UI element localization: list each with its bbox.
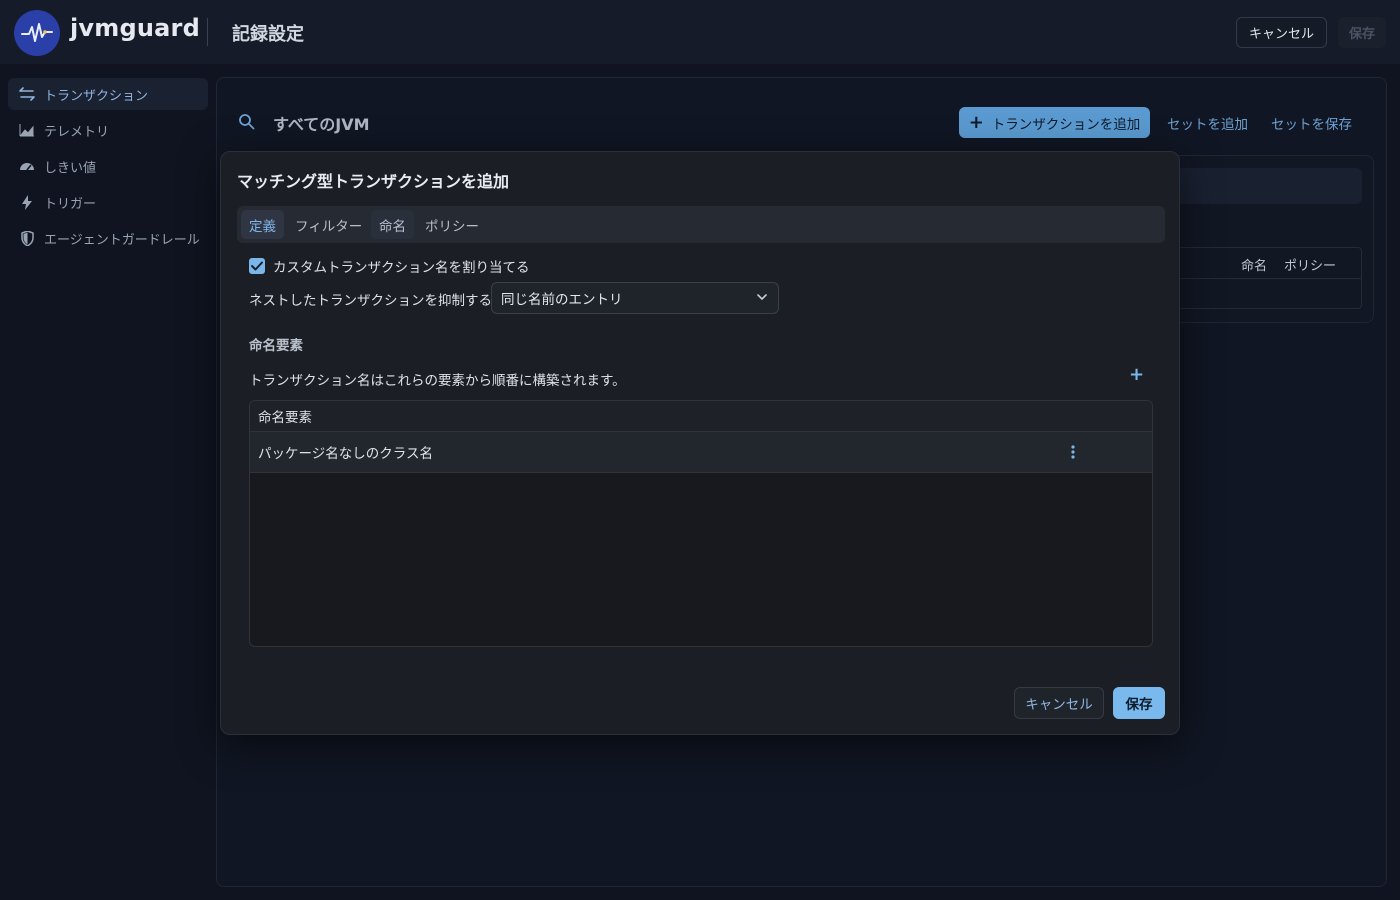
tab-policy[interactable]: ポリシー [417,210,487,239]
add-set-button[interactable]: セットを追加 [1167,113,1248,133]
lightning-icon [18,193,36,211]
add-transaction-button[interactable]: + トランザクションを追加 [959,107,1150,138]
tab-filter[interactable]: フィルター [287,210,370,239]
tab-naming[interactable]: 命名 [371,210,414,239]
sidebar-item-label: トリガー [44,196,97,212]
add-transaction-dialog: マッチング型トランザクションを追加 定義 フィルター 命名 ポリシー カスタムト… [220,151,1180,735]
sidebar-item-triggers[interactable]: トリガー [8,186,208,218]
dialog-cancel-button[interactable]: キャンセル [1014,687,1104,719]
tab-definition[interactable]: 定義 [241,210,284,239]
sidebar-item-label: しきい値 [44,160,97,176]
header-cancel-button[interactable]: キャンセル [1236,17,1327,48]
column-header-policy[interactable]: ポリシー [1284,255,1336,274]
suppress-nested-select[interactable]: 同じ名前のエントリ [491,282,779,314]
table-row[interactable]: パッケージ名なしのクラス名 [250,432,1152,473]
naming-table-header: 命名要素 [250,401,1152,432]
header-save-button[interactable]: 保存 [1338,17,1386,48]
dialog-title: マッチング型トランザクションを追加 [237,172,510,191]
brand-name: jvmguard [70,14,200,42]
custom-name-label[interactable]: カスタムトランザクション名を割り当てる [273,256,530,276]
save-set-button[interactable]: セットを保存 [1271,113,1352,133]
naming-element-text: パッケージ名なしのクラス名 [258,446,433,462]
search-icon[interactable] [238,113,255,134]
plus-icon: + [968,111,984,133]
jvm-scope-label[interactable]: すべてのJVM [273,111,370,135]
filter-bar [1178,168,1362,204]
naming-section-description: トランザクション名はこれらの要素から順番に構築されます。 [249,373,626,389]
sidebar-item-label: エージェントガードレール [44,232,200,248]
dialog-tabs: 定義 フィルター 命名 ポリシー [237,206,1165,243]
naming-section-title: 命名要素 [249,338,303,354]
dialog-save-button[interactable]: 保存 [1113,687,1165,719]
page-title: 記録設定 [232,24,304,45]
header-divider [207,18,208,46]
sidebar-item-telemetry[interactable]: テレメトリ [8,114,208,146]
sidebar-item-label: テレメトリ [44,124,110,140]
naming-elements-table: 命名要素 パッケージ名なしのクラス名 [249,400,1153,647]
custom-name-checkbox[interactable] [249,258,265,274]
sidebar-item-transactions[interactable]: トランザクション [8,78,208,110]
sidebar-item-agent-guardrails[interactable]: エージェントガードレール [8,222,208,254]
custom-name-row: カスタムトランザクション名を割り当てる [249,256,530,276]
shield-icon [18,229,36,247]
sidebar-item-thresholds[interactable]: しきい値 [8,150,208,182]
more-options-icon[interactable] [1070,444,1076,464]
transaction-arrows-icon [18,85,36,103]
add-transaction-label: トランザクションを追加 [991,116,1141,133]
chevron-down-icon [756,291,768,307]
logo-pulse-icon [14,10,60,56]
area-chart-icon [18,121,36,139]
table-header-divider [1178,278,1362,279]
add-naming-element-icon[interactable]: + [1129,366,1144,384]
sidebar-item-label: トランザクション [44,88,149,104]
sidebar: トランザクション テレメトリ しきい値 トリガー エージェントガードレール [0,64,216,900]
suppress-nested-label: ネストしたトランザクションを抑制する [249,293,492,309]
gauge-icon [18,157,36,175]
column-header-naming[interactable]: 命名 [1241,255,1267,274]
suppress-nested-value: 同じ名前のエントリ [501,292,623,308]
top-bar: jvmguard 記録設定 キャンセル 保存 [0,0,1400,64]
